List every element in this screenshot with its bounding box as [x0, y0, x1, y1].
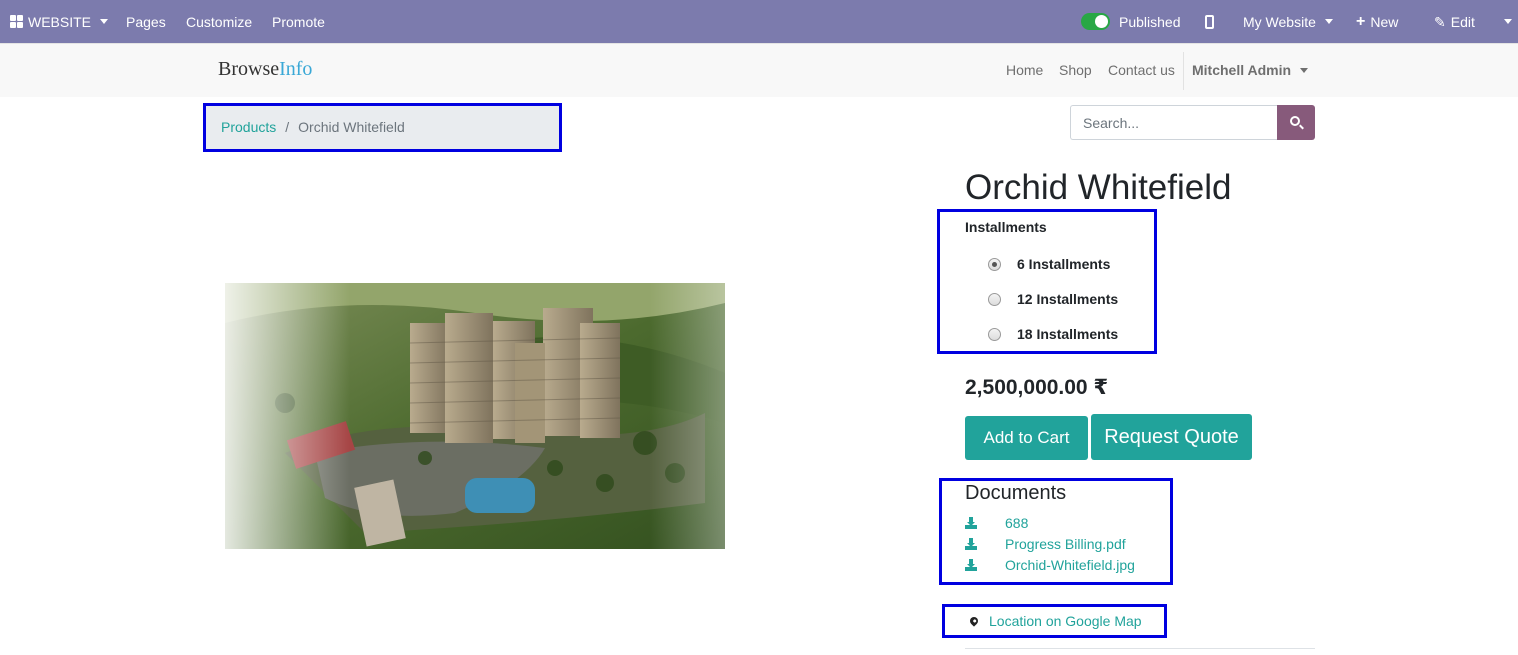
chevron-down-icon — [1300, 67, 1309, 73]
website-menu[interactable]: WEBSITE — [10, 0, 109, 43]
pages-menu[interactable]: Pages — [126, 0, 166, 43]
more-options-dropdown[interactable] — [1500, 0, 1512, 43]
chevron-down-icon — [1324, 19, 1333, 24]
nav-divider — [1183, 52, 1184, 90]
logo-main-text: Browse — [218, 58, 280, 80]
published-label: Published — [1119, 13, 1181, 30]
mobile-phone-icon — [1205, 14, 1214, 29]
publish-toggle[interactable]: Published — [1081, 0, 1181, 43]
website-admin-bar: WEBSITE Pages Customize Promote Publishe… — [0, 0, 1518, 43]
promote-menu[interactable]: Promote — [272, 0, 325, 43]
add-to-cart-button[interactable]: Add to Cart — [965, 416, 1088, 460]
product-price: 2,500,000.00 ₹ — [965, 376, 1109, 399]
chevron-down-icon — [1504, 19, 1512, 24]
search-button[interactable] — [1277, 105, 1315, 140]
plus-icon: + — [1356, 12, 1366, 30]
site-logo[interactable]: BrowseInfo — [218, 58, 312, 81]
toggle-on-icon — [1081, 13, 1110, 30]
highlight-box-documents — [939, 478, 1173, 585]
my-website-label: My Website — [1243, 13, 1316, 30]
new-label: New — [1370, 13, 1399, 30]
aerial-building-illustration — [225, 283, 725, 549]
edit-label: Edit — [1450, 13, 1475, 30]
request-quote-button[interactable]: Request Quote — [1091, 414, 1252, 460]
product-search — [1070, 105, 1315, 140]
customize-menu[interactable]: Customize — [186, 0, 252, 43]
nav-home[interactable]: Home — [1006, 62, 1043, 78]
nav-contact-us[interactable]: Contact us — [1108, 62, 1175, 78]
section-divider — [965, 648, 1315, 649]
user-name: Mitchell Admin — [1192, 62, 1292, 78]
website-menu-label: WEBSITE — [28, 13, 92, 30]
pencil-icon: ✎ — [1434, 13, 1446, 30]
highlight-box-location — [942, 604, 1167, 638]
product-image[interactable] — [225, 283, 725, 549]
logo-accent-text: Info — [279, 58, 313, 80]
user-menu[interactable]: Mitchell Admin — [1192, 62, 1309, 78]
apps-grid-icon — [10, 15, 23, 28]
search-icon — [1290, 116, 1300, 126]
highlight-box-breadcrumb — [203, 103, 562, 152]
highlight-box-installments — [937, 209, 1157, 354]
site-header: BrowseInfo Home Shop Contact us Mitchell… — [0, 43, 1518, 97]
chevron-down-icon — [100, 19, 109, 24]
nav-shop[interactable]: Shop — [1059, 62, 1092, 78]
edit-button[interactable]: ✎ Edit — [1434, 0, 1475, 43]
product-title: Orchid Whitefield — [965, 168, 1232, 207]
new-content-button[interactable]: + New — [1356, 0, 1398, 43]
my-website-menu[interactable]: My Website — [1243, 0, 1333, 43]
search-input[interactable] — [1070, 105, 1277, 140]
mobile-preview-button[interactable] — [1205, 0, 1214, 43]
